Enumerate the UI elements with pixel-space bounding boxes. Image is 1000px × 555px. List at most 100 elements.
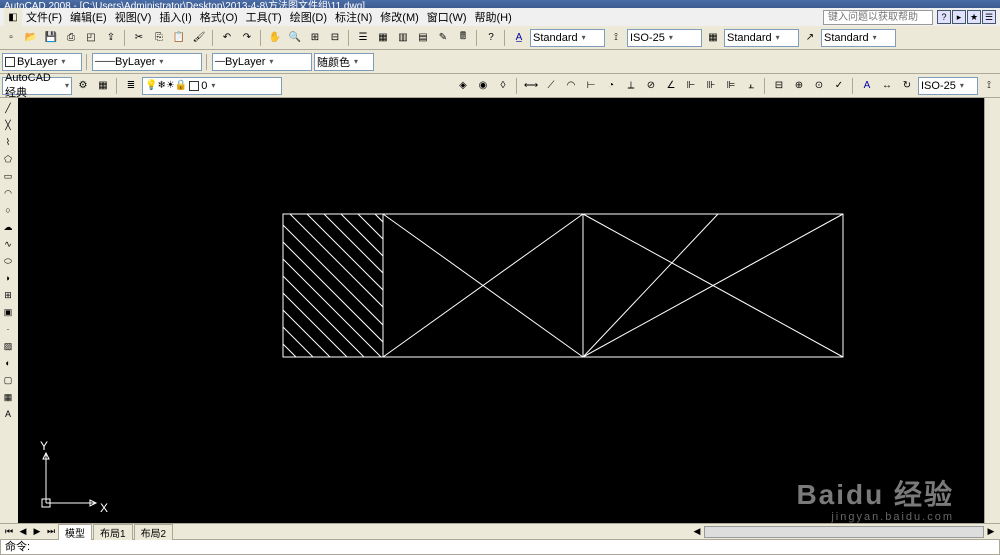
dim-edit-icon[interactable]: A bbox=[858, 77, 876, 95]
line-icon[interactable]: ╱ bbox=[0, 100, 16, 116]
help-search-input[interactable] bbox=[823, 10, 933, 25]
ellipse-icon[interactable]: ⬭ bbox=[0, 253, 16, 269]
arrow-icon[interactable]: ▸ bbox=[952, 10, 966, 24]
sheetset-icon[interactable]: ▤ bbox=[414, 29, 432, 47]
dim-baseline-icon[interactable]: ⊪ bbox=[702, 77, 720, 95]
menu-modify[interactable]: 修改(M) bbox=[376, 8, 423, 26]
workspace-dropdown[interactable]: AutoCAD 经典 bbox=[2, 77, 72, 95]
mleaderstyle-dropdown[interactable]: Standard bbox=[821, 29, 896, 47]
tab-last-icon[interactable]: ⏭ bbox=[44, 526, 58, 537]
preview-icon[interactable]: ◰ bbox=[82, 29, 100, 47]
tablestyle-dropdown[interactable]: Standard bbox=[724, 29, 799, 47]
dimstyle-icon[interactable]: ⟟ bbox=[607, 29, 625, 47]
zoom-win-icon[interactable]: ⊞ bbox=[306, 29, 324, 47]
dim-arc-icon[interactable]: ◠ bbox=[562, 77, 580, 95]
hatch-icon[interactable]: ▨ bbox=[0, 338, 16, 354]
undo-icon[interactable]: ↶ bbox=[218, 29, 236, 47]
publish-icon[interactable]: ⇪ bbox=[102, 29, 120, 47]
dim-aligned-icon[interactable]: ⟋ bbox=[542, 77, 560, 95]
dim-break-icon[interactable]: ⊟ bbox=[770, 77, 788, 95]
redo-icon[interactable]: ↷ bbox=[238, 29, 256, 47]
toolpal-icon[interactable]: ▥ bbox=[394, 29, 412, 47]
menu-format[interactable]: 格式(O) bbox=[196, 8, 242, 26]
app-icon[interactable]: ◧ bbox=[4, 8, 22, 26]
ws-settings-icon[interactable]: ⚙ bbox=[74, 77, 92, 95]
rect-icon[interactable]: ▭ bbox=[0, 168, 16, 184]
spline-icon[interactable]: ∿ bbox=[0, 236, 16, 252]
tab-layout2[interactable]: 布局2 bbox=[134, 524, 174, 540]
tab-next-icon[interactable]: ▶ bbox=[30, 526, 44, 537]
mleaderstyle-icon[interactable]: ↗ bbox=[801, 29, 819, 47]
dim-style-icon[interactable]: ⟟ bbox=[980, 77, 998, 95]
dim-angular-icon[interactable]: ∠ bbox=[662, 77, 680, 95]
linetype-dropdown[interactable]: —— ByLayer bbox=[92, 53, 202, 71]
menu-tools[interactable]: 工具(T) bbox=[242, 8, 286, 26]
menu-view[interactable]: 视图(V) bbox=[111, 8, 156, 26]
tab-layout1[interactable]: 布局1 bbox=[93, 524, 133, 540]
drawing-canvas[interactable]: X Y Baidu 经验 jingyan.baidu.com bbox=[18, 98, 984, 523]
textstyle-dropdown[interactable]: Standard bbox=[530, 29, 605, 47]
close-icon[interactable]: ☰ bbox=[982, 10, 996, 24]
tablestyle-icon[interactable]: ▦ bbox=[704, 29, 722, 47]
horizontal-scrollbar[interactable] bbox=[704, 526, 984, 538]
open-icon[interactable]: 📂 bbox=[22, 29, 40, 47]
dim-radius-icon[interactable]: ◔ bbox=[602, 77, 620, 95]
new-icon[interactable]: ▫ bbox=[2, 29, 20, 47]
inspect-icon[interactable]: ✓ bbox=[830, 77, 848, 95]
table-icon[interactable]: ▦ bbox=[0, 389, 16, 405]
properties-icon[interactable]: ☰ bbox=[354, 29, 372, 47]
block-icon[interactable]: ▣ bbox=[0, 304, 16, 320]
arc-icon[interactable]: ◠ bbox=[0, 185, 16, 201]
designctr-icon[interactable]: ▦ bbox=[374, 29, 392, 47]
command-line[interactable]: 命令: bbox=[0, 539, 1000, 555]
hscroll-left-icon[interactable]: ◀ bbox=[690, 526, 704, 537]
dim-continue-icon[interactable]: ⊫ bbox=[722, 77, 740, 95]
menu-dimension[interactable]: 标注(N) bbox=[331, 8, 376, 26]
menu-file[interactable]: 文件(F) bbox=[22, 8, 66, 26]
ws-lock-icon[interactable]: ▦ bbox=[94, 77, 112, 95]
layer-tool2-icon[interactable]: ◉ bbox=[474, 77, 492, 95]
circle-icon[interactable]: ○ bbox=[0, 202, 16, 218]
dim-space-icon[interactable]: ⫠ bbox=[742, 77, 760, 95]
dim-ordinate-icon[interactable]: ⊢ bbox=[582, 77, 600, 95]
plotstyle-dropdown[interactable]: 随颜色 bbox=[314, 53, 374, 71]
hscroll-right-icon[interactable]: ▶ bbox=[984, 526, 998, 537]
menu-insert[interactable]: 插入(I) bbox=[155, 8, 195, 26]
dim-diameter-icon[interactable]: ⊘ bbox=[642, 77, 660, 95]
xline-icon[interactable]: ╳ bbox=[0, 117, 16, 133]
centermark-icon[interactable]: ⊙ bbox=[810, 77, 828, 95]
save-icon[interactable]: 💾 bbox=[42, 29, 60, 47]
tab-prev-icon[interactable]: ◀ bbox=[16, 526, 30, 537]
color-dropdown[interactable]: ByLayer bbox=[2, 53, 82, 71]
revcloud-icon[interactable]: ☁ bbox=[0, 219, 16, 235]
tolerance-icon[interactable]: ⊕ bbox=[790, 77, 808, 95]
help2-icon[interactable]: ? bbox=[482, 29, 500, 47]
print-icon[interactable]: ⎙ bbox=[62, 29, 80, 47]
layer-tool1-icon[interactable]: ◈ bbox=[454, 77, 472, 95]
lineweight-dropdown[interactable]: — ByLayer bbox=[212, 53, 312, 71]
pan-icon[interactable]: ✋ bbox=[266, 29, 284, 47]
copy-icon[interactable]: ⎘ bbox=[150, 29, 168, 47]
dim-style-dropdown[interactable]: ISO-25 bbox=[918, 77, 978, 95]
menu-window[interactable]: 窗口(W) bbox=[423, 8, 471, 26]
star-icon[interactable]: ★ bbox=[967, 10, 981, 24]
layer-dropdown[interactable]: 💡❄☀🔒0 bbox=[142, 77, 282, 95]
gradient-icon[interactable]: ◐ bbox=[0, 355, 16, 371]
menu-draw[interactable]: 绘图(D) bbox=[286, 8, 331, 26]
layer-props-icon[interactable]: ≣ bbox=[122, 77, 140, 95]
textstyle-icon[interactable]: A̲ bbox=[510, 29, 528, 47]
match-icon[interactable]: 🖌 bbox=[190, 29, 208, 47]
tab-model[interactable]: 模型 bbox=[58, 524, 92, 540]
dim-linear-icon[interactable]: ⟷ bbox=[522, 77, 540, 95]
help-icon[interactable]: ? bbox=[937, 10, 951, 24]
layer-tool3-icon[interactable]: ◊ bbox=[494, 77, 512, 95]
pline-icon[interactable]: ⌇ bbox=[0, 134, 16, 150]
dim-tedit-icon[interactable]: ↔ bbox=[878, 77, 896, 95]
zoom-prev-icon[interactable]: ⊟ bbox=[326, 29, 344, 47]
dim-jogged-icon[interactable]: ⟂ bbox=[622, 77, 640, 95]
dim-update-icon[interactable]: ↻ bbox=[898, 77, 916, 95]
point-icon[interactable]: · bbox=[0, 321, 16, 337]
insert-icon[interactable]: ⊞ bbox=[0, 287, 16, 303]
menu-help[interactable]: 帮助(H) bbox=[471, 8, 516, 26]
calc-icon[interactable]: 🖩 bbox=[454, 29, 472, 47]
